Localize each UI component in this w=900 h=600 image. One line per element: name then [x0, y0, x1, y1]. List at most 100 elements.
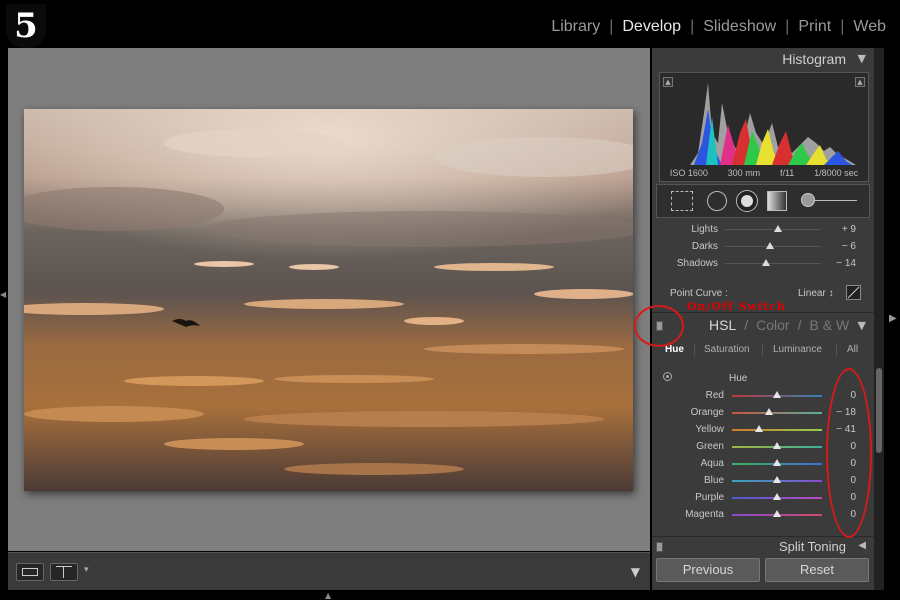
- photo-preview[interactable]: [24, 109, 633, 491]
- highlight-clipping-icon[interactable]: ▲: [855, 77, 865, 87]
- subtab-all[interactable]: All: [847, 344, 858, 355]
- slider-thumb[interactable]: [764, 408, 773, 415]
- collapse-arrow-icon[interactable]: ▼: [858, 52, 866, 65]
- histogram-header[interactable]: Histogram ▼: [652, 48, 874, 70]
- tone-slider-row[interactable]: Lights + 9: [652, 222, 874, 238]
- slider-value: − 14: [836, 258, 856, 269]
- graduated-filter-icon[interactable]: [767, 191, 787, 211]
- module-separator: |: [690, 18, 695, 35]
- module-develop[interactable]: Develop: [622, 18, 681, 36]
- collapse-arrow-icon[interactable]: ▼: [858, 319, 866, 332]
- module-library[interactable]: Library: [551, 18, 600, 36]
- subtab-divider: [762, 344, 763, 356]
- module-slideshow[interactable]: Slideshow: [703, 18, 776, 36]
- filmstrip-toggle-icon[interactable]: ▲: [325, 591, 331, 600]
- tab-bw[interactable]: B & W: [809, 317, 849, 333]
- split-toning-header[interactable]: Split Toning ◀: [652, 536, 874, 556]
- target-adjustment-icon[interactable]: [663, 372, 672, 381]
- tone-slider-row[interactable]: Shadows − 14: [652, 256, 874, 272]
- subtab-luminance[interactable]: Luminance: [773, 344, 822, 355]
- tab-separator: /: [797, 317, 802, 333]
- right-panel-toggle-icon[interactable]: ▶: [889, 313, 897, 324]
- panel-on-off-switch[interactable]: [656, 542, 663, 552]
- scrollbar-thumb[interactable]: [876, 368, 882, 453]
- slider-thumb[interactable]: [773, 442, 781, 449]
- split-toning-title: Split Toning: [779, 539, 846, 554]
- module-separator: |: [840, 18, 845, 35]
- subtab-divider: [836, 344, 837, 356]
- histogram-info: ISO 1600 300 mm f/11 1/8000 sec: [660, 168, 868, 178]
- hue-title: Hue: [729, 373, 748, 384]
- slider-value: + 9: [841, 224, 856, 235]
- aperture-value: f/11: [779, 168, 795, 178]
- tab-color[interactable]: Color: [756, 317, 789, 333]
- slider-thumb[interactable]: [755, 425, 763, 432]
- shadow-clipping-icon[interactable]: ▲: [663, 77, 673, 87]
- toolbar-menu-icon[interactable]: ▼: [631, 565, 640, 579]
- annotation-label: On/Off Switch: [687, 300, 786, 313]
- left-panel-toggle-icon[interactable]: ◀: [0, 290, 6, 299]
- tab-hsl[interactable]: HSL: [709, 317, 736, 333]
- slider-label: Darks: [691, 241, 718, 252]
- focal-length-value: 300 mm: [727, 168, 761, 178]
- slider-thumb[interactable]: [773, 225, 782, 232]
- tab-separator: /: [744, 317, 749, 333]
- tone-slider-row[interactable]: Darks − 6: [652, 239, 874, 255]
- before-after-icon[interactable]: [50, 563, 78, 581]
- slider-label: Lights: [691, 224, 718, 235]
- view-dropdown-icon[interactable]: ▾: [84, 565, 89, 575]
- expand-arrow-icon[interactable]: ◀: [858, 540, 866, 551]
- slider-thumb[interactable]: [773, 391, 781, 398]
- hsl-subtab-bar: Hue Saturation Luminance All: [652, 340, 874, 360]
- slider-thumb[interactable]: [773, 510, 781, 517]
- slider-track[interactable]: [732, 412, 822, 414]
- reset-button[interactable]: Reset: [765, 558, 869, 582]
- module-print[interactable]: Print: [798, 18, 831, 36]
- iso-value: ISO 1600: [669, 168, 708, 178]
- slider-label: Blue: [703, 475, 724, 486]
- spot-removal-icon[interactable]: [707, 191, 727, 211]
- step-number-badge: 5: [6, 4, 46, 48]
- slider-track[interactable]: [725, 263, 821, 264]
- subtab-divider: [694, 344, 695, 356]
- crop-tool-icon[interactable]: [671, 191, 693, 211]
- slider-label: Magenta: [685, 509, 724, 520]
- bottom-toolbar: ▾ ▼: [8, 552, 650, 590]
- module-separator: |: [785, 18, 790, 35]
- slider-label: Green: [696, 441, 724, 452]
- annotation-circle-switch: [634, 305, 684, 347]
- module-web[interactable]: Web: [853, 18, 886, 36]
- point-curve-label: Point Curve :: [670, 288, 728, 299]
- slider-thumb[interactable]: [766, 242, 775, 249]
- histogram-plot: [690, 83, 856, 165]
- sunset-sky-image: [24, 109, 633, 491]
- curve-edit-icon[interactable]: [846, 285, 861, 300]
- module-picker: Library | Develop | Slideshow | Print | …: [551, 18, 886, 36]
- point-curve-select[interactable]: Linear ↕: [798, 288, 834, 299]
- annotation-ellipse-values: [826, 368, 872, 538]
- slider-thumb[interactable]: [773, 493, 781, 500]
- panel-button-row: Previous Reset: [652, 558, 874, 590]
- histogram-title: Histogram: [782, 51, 846, 67]
- red-eye-icon[interactable]: [737, 191, 757, 211]
- slider-thumb[interactable]: [762, 259, 771, 266]
- previous-button[interactable]: Previous: [656, 558, 760, 582]
- loupe-view-icon[interactable]: [16, 563, 44, 581]
- subtab-saturation[interactable]: Saturation: [704, 344, 750, 355]
- shutter-speed-value: 1/8000 sec: [814, 168, 859, 178]
- adjustment-brush-icon[interactable]: [801, 191, 861, 211]
- module-bar: 5 Library | Develop | Slideshow | Print …: [0, 0, 900, 48]
- slider-label: Aqua: [700, 458, 724, 469]
- hsl-panel-header: HSL / Color / B & W ▼: [652, 312, 874, 338]
- slider-label: Red: [705, 390, 724, 401]
- panel-scrollbar[interactable]: [874, 48, 884, 590]
- slider-thumb[interactable]: [773, 459, 781, 466]
- slider-thumb[interactable]: [773, 476, 781, 483]
- histogram-graph: ▲ ▲ ISO 1600 300 mm f/11 1/8000 sec: [659, 72, 869, 182]
- slider-track[interactable]: [732, 429, 822, 431]
- image-view: [8, 48, 650, 551]
- slider-label: Purple: [695, 492, 724, 503]
- tone-curve-section: Lights + 9 Darks − 6 Shadows − 14 Point …: [652, 220, 874, 310]
- slider-label: Yellow: [695, 424, 724, 435]
- module-separator: |: [609, 18, 614, 35]
